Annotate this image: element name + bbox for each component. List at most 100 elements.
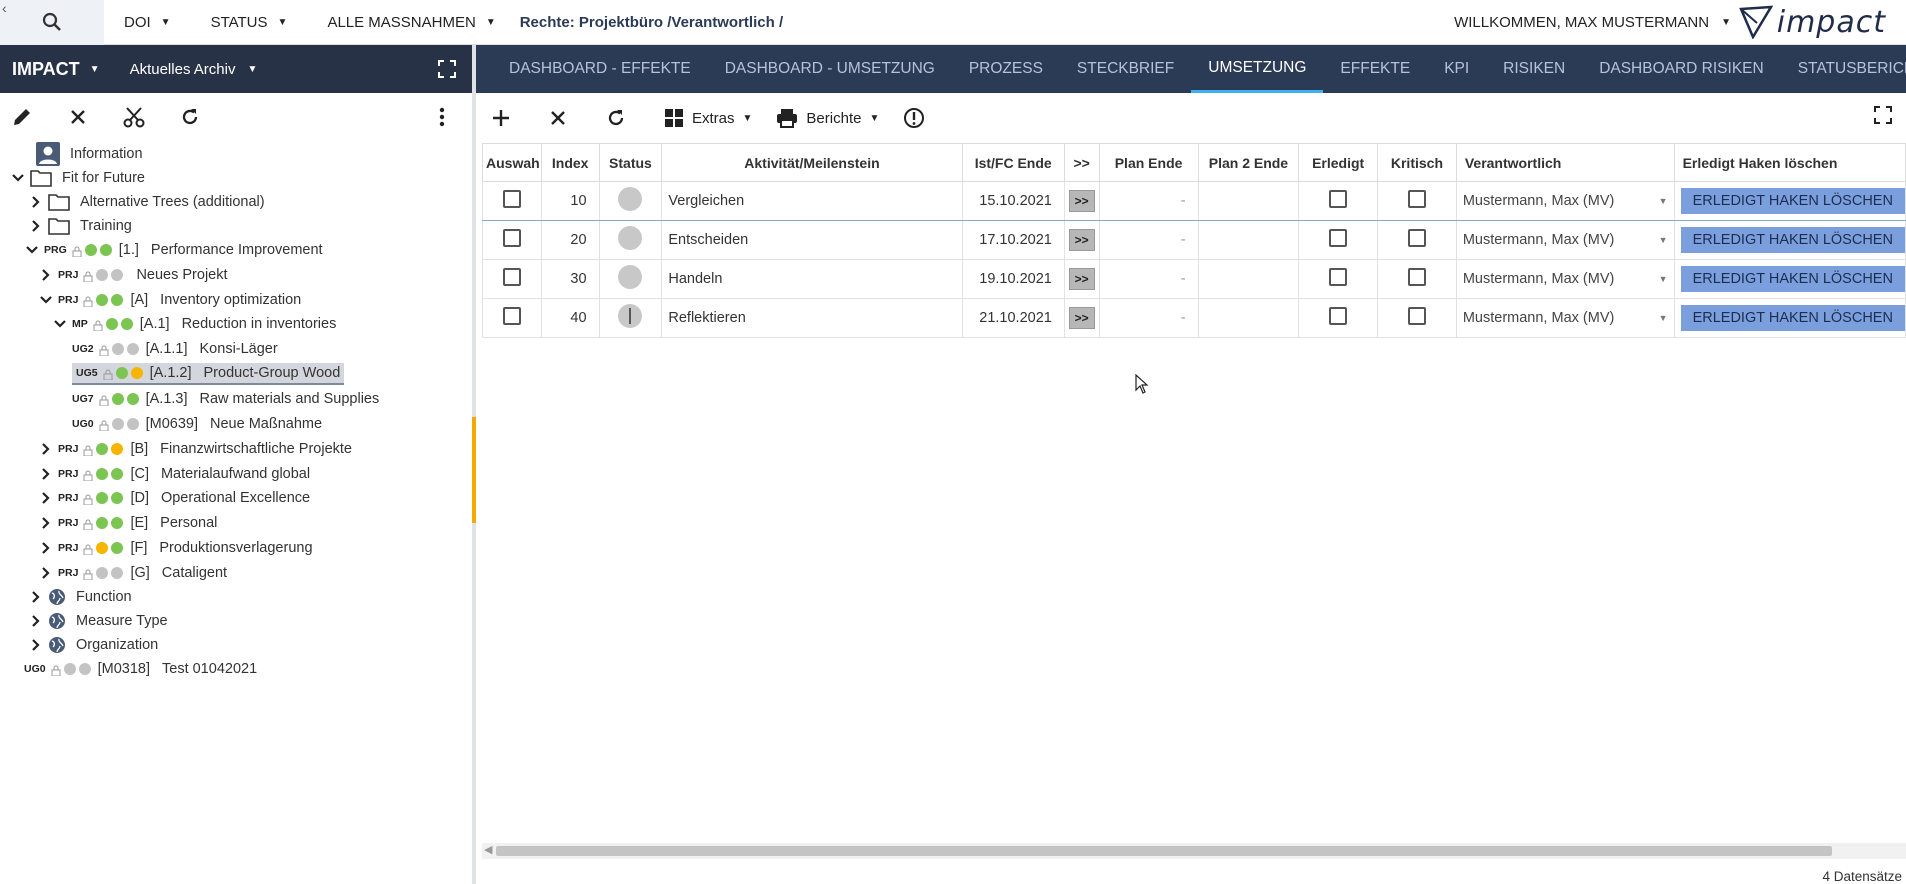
info-alert-icon[interactable] [903, 107, 925, 129]
status-indicator[interactable] [618, 187, 643, 211]
chevron-right-icon[interactable] [38, 443, 54, 455]
berichte-button[interactable]: Berichte ▼ [776, 108, 879, 128]
select-checkbox[interactable] [502, 307, 521, 325]
tab-steckbrief[interactable]: STECKBRIEF [1060, 45, 1191, 93]
tab-statusbericht[interactable]: STATUSBERICHT [1781, 45, 1906, 93]
tree-node[interactable]: UG0 [M0639] Neue Maßnahme [72, 411, 322, 437]
done-checkbox[interactable] [1329, 307, 1348, 325]
chevron-right-icon[interactable] [38, 517, 54, 529]
tab-kpi[interactable]: KPI [1427, 45, 1486, 93]
tree-node[interactable]: PRJ [B] Finanzwirtschaftliche Projekte [38, 436, 352, 462]
tree-node[interactable]: Organization [28, 632, 158, 658]
critical-checkbox[interactable] [1407, 190, 1426, 208]
tree-node[interactable]: Alternative Trees (additional) [28, 189, 265, 215]
column-header[interactable]: >> [1063, 143, 1100, 182]
user-menu[interactable]: WILLKOMMEN, MAX MUSTERMANN ▼ [1454, 0, 1731, 45]
menu-alle-massnahmen[interactable]: ALLE MASSNAHMEN ▼ [307, 0, 515, 45]
add-icon[interactable] [492, 109, 510, 127]
owner-select[interactable]: Mustermann, Max (MV) ▼ [1457, 193, 1674, 209]
tree-node[interactable]: PRJ Neues Projekt [38, 262, 228, 288]
tree-node[interactable]: UG7 [A.1.3] Raw materials and Supplies [72, 386, 379, 412]
tree-node[interactable]: UG5 [A.1.2] Product-Group Wood [72, 361, 345, 387]
chevron-down-icon[interactable] [52, 320, 68, 328]
ist-fc-end-cell[interactable]: 17.10.2021 [961, 220, 1065, 260]
refresh-button[interactable] [176, 103, 204, 131]
chevron-down-icon[interactable] [38, 296, 54, 304]
plan2-end-cell[interactable] [1197, 259, 1300, 299]
activity-cell[interactable]: Vergleichen [661, 181, 963, 221]
done-checkbox[interactable] [1329, 268, 1348, 286]
copy-date-button[interactable]: >> [1068, 268, 1095, 290]
critical-checkbox[interactable] [1407, 268, 1426, 286]
more-options-button[interactable] [428, 103, 456, 131]
status-indicator[interactable] [618, 304, 643, 328]
column-header[interactable]: Plan Ende [1098, 143, 1199, 182]
menu-status[interactable]: STATUS ▼ [191, 0, 308, 45]
search-button[interactable]: ‹ [0, 0, 104, 45]
chevron-right-icon[interactable] [28, 615, 44, 627]
fullscreen-icon[interactable] [438, 60, 456, 78]
chevron-right-icon[interactable] [38, 492, 54, 504]
ist-fc-end-cell[interactable]: 15.10.2021 [961, 181, 1065, 221]
table-row[interactable]: 10 Vergleichen 15.10.2021 >> - Mustermann, Ma… [482, 181, 1906, 221]
owner-select[interactable]: Mustermann, Max (MV) ▼ [1457, 271, 1674, 287]
tree-node[interactable]: PRJ [D] Operational Excellence [38, 485, 310, 511]
menu-doi[interactable]: DOI ▼ [104, 0, 191, 45]
tree-node[interactable]: PRJ [A] Inventory optimization [38, 287, 301, 313]
edit-button[interactable] [8, 103, 36, 131]
done-checkbox[interactable] [1329, 190, 1348, 208]
chevron-right-icon[interactable] [28, 196, 44, 208]
tree-node[interactable]: UG2 [A.1.1] Konsi-Läger [72, 336, 278, 362]
tab-dashboard-effekte[interactable]: DASHBOARD - EFFEKTE [492, 45, 708, 93]
table-row[interactable]: 30 Handeln 19.10.2021 >> - Mustermann, Max (M… [482, 259, 1906, 299]
table-row[interactable]: 20 Entscheiden 17.10.2021 >> - Mustermann, Ma… [482, 220, 1906, 260]
column-header[interactable]: Auswah [482, 143, 542, 182]
column-header[interactable]: Kritisch [1377, 143, 1457, 182]
select-checkbox[interactable] [502, 268, 521, 286]
app-selector[interactable]: IMPACT ▼ [12, 59, 100, 80]
chevron-down-icon[interactable] [24, 246, 40, 254]
owner-select[interactable]: Mustermann, Max (MV) ▼ [1457, 232, 1674, 248]
cut-button[interactable] [120, 103, 148, 131]
tree-node[interactable]: Training [28, 213, 132, 239]
plan2-end-cell[interactable] [1197, 220, 1300, 260]
ist-fc-end-cell[interactable]: 21.10.2021 [961, 298, 1065, 338]
done-checkbox[interactable] [1329, 229, 1348, 247]
plan-end-cell[interactable]: - [1098, 220, 1199, 260]
close-button[interactable] [64, 103, 92, 131]
tree-node[interactable]: Information [36, 141, 143, 167]
copy-date-button[interactable]: >> [1068, 190, 1095, 212]
ist-fc-end-cell[interactable]: 19.10.2021 [961, 259, 1065, 299]
fullscreen-icon[interactable] [1874, 106, 1892, 124]
tree-node[interactable]: MP [A.1] Reduction in inventories [52, 311, 336, 337]
column-header[interactable]: Index [540, 143, 600, 182]
column-header[interactable]: Aktivität/Meilenstein [661, 143, 963, 182]
extras-button[interactable]: Extras ▼ [664, 108, 752, 128]
tab-dashboard-umsetzung[interactable]: DASHBOARD - UMSETZUNG [708, 45, 952, 93]
clear-done-button[interactable]: ERLEDIGT HAKEN LÖSCHEN [1680, 266, 1905, 292]
critical-checkbox[interactable] [1407, 307, 1426, 325]
activity-cell[interactable]: Entscheiden [661, 220, 963, 260]
close-icon[interactable] [550, 110, 566, 126]
column-header[interactable]: Plan 2 Ende [1197, 143, 1300, 182]
tree-node[interactable]: PRJ [G] Cataligent [38, 560, 227, 586]
tree-node[interactable]: Fit for Future [10, 165, 145, 191]
select-checkbox[interactable] [502, 229, 521, 247]
chevron-down-icon[interactable] [10, 174, 26, 182]
plan-end-cell[interactable]: - [1098, 259, 1199, 299]
refresh-icon[interactable] [606, 108, 626, 128]
owner-select[interactable]: Mustermann, Max (MV) ▼ [1457, 310, 1674, 326]
chevron-right-icon[interactable] [38, 269, 54, 281]
copy-date-button[interactable]: >> [1068, 307, 1095, 329]
tree-node[interactable]: UG0 [M0318] Test 01042021 [24, 656, 257, 682]
plan-end-cell[interactable]: - [1098, 181, 1199, 221]
critical-checkbox[interactable] [1407, 229, 1426, 247]
copy-date-button[interactable]: >> [1068, 229, 1095, 251]
table-row[interactable]: 40 Reflektieren 21.10.2021 >> - Mustermann, M… [482, 298, 1906, 338]
tab-effekte[interactable]: EFFEKTE [1323, 45, 1427, 93]
column-header[interactable]: Erledigt [1298, 143, 1379, 182]
tab-prozess[interactable]: PROZESS [952, 45, 1060, 93]
archive-selector[interactable]: Aktuelles Archiv ▼ [130, 61, 258, 78]
scrollbar-thumb[interactable] [496, 846, 1832, 856]
status-indicator[interactable] [618, 265, 643, 289]
